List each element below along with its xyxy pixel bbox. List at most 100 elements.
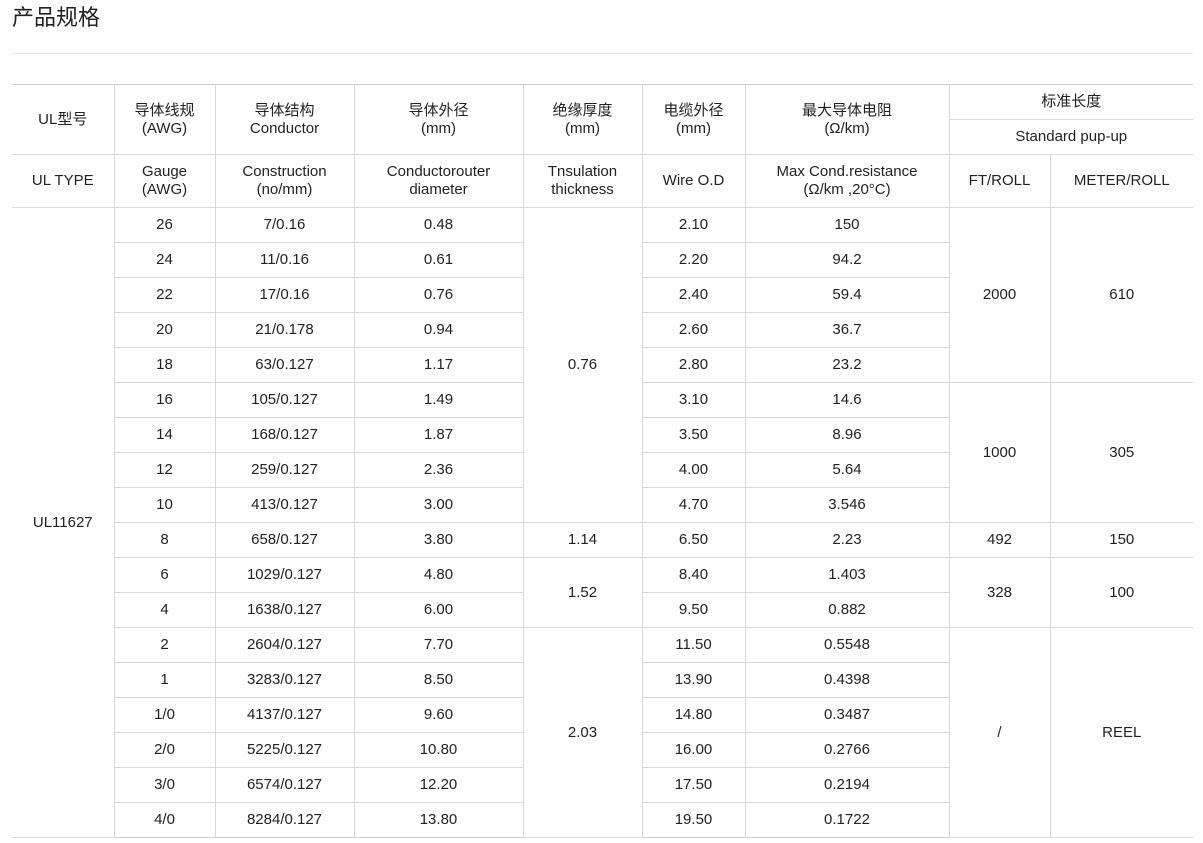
conductor-od-cell: 4.80 xyxy=(353,557,524,593)
header-structure-en-label: Conductor xyxy=(249,119,320,137)
gauge-cell: 26 xyxy=(113,207,216,243)
header-cond-od-unit: (mm) xyxy=(421,119,456,137)
header-structure-cn: 导体结构 Conductor xyxy=(214,84,355,155)
header-gauge-cn-unit: (AWG) xyxy=(141,119,188,137)
resistance-cell: 94.2 xyxy=(744,242,949,278)
wire-od-cell: 6.50 xyxy=(641,522,746,558)
construction-cell: 105/0.127 xyxy=(214,382,355,418)
conductor-od-cell: 3.80 xyxy=(353,522,524,558)
resistance-cell: 3.546 xyxy=(744,487,949,523)
conductor-od-cell: 1.87 xyxy=(353,417,524,453)
ft-roll-cell: 2000 xyxy=(948,207,1051,383)
conductor-od-cell: 7.70 xyxy=(353,627,524,663)
construction-cell: 413/0.127 xyxy=(214,487,355,523)
gauge-cell: 3/0 xyxy=(114,767,216,803)
header-wire-od-en: Wire O.D xyxy=(641,154,746,208)
gauge-cell: 18 xyxy=(114,347,216,383)
wire-od-cell: 3.50 xyxy=(641,417,746,453)
construction-cell: 63/0.127 xyxy=(214,347,355,383)
header-gauge-en-label: Gauge xyxy=(141,163,188,180)
table-row: 8 658/0.127 3.80 1.14 6.50 2.23 492 150 xyxy=(12,522,1194,558)
conductor-od-cell: 12.20 xyxy=(353,767,524,803)
conductor-od-cell: 1.49 xyxy=(353,382,524,418)
gauge-cell: 16 xyxy=(114,382,216,418)
resistance-cell: 1.403 xyxy=(744,557,950,593)
meter-roll-cell: 610 xyxy=(1049,207,1194,383)
meter-roll-cell: 100 xyxy=(1049,557,1194,628)
construction-cell: 7/0.16 xyxy=(214,207,355,243)
header-insulation-en: Tnsulation thickness xyxy=(522,154,643,208)
construction-cell: 658/0.127 xyxy=(214,522,355,558)
construction-cell: 1029/0.127 xyxy=(214,557,355,593)
header-max-res-cn: 最大导体电阻 (Ω/km) xyxy=(744,84,950,155)
meter-roll-cell: 305 xyxy=(1049,382,1194,523)
ft-roll-cell: / xyxy=(948,627,1051,838)
construction-cell: 2604/0.127 xyxy=(214,627,355,663)
meter-roll-cell: 150 xyxy=(1049,522,1194,558)
resistance-cell: 0.2194 xyxy=(744,767,949,803)
gauge-cell: 20 xyxy=(114,312,216,348)
ft-roll-cell: 328 xyxy=(948,557,1051,628)
resistance-cell: 0.3487 xyxy=(744,697,949,733)
header-std-length-cn: 标准长度 xyxy=(948,84,1194,120)
conductor-od-cell: 10.80 xyxy=(353,732,524,768)
wire-od-cell: 2.10 xyxy=(641,207,746,243)
header-ul-type: UL TYPE xyxy=(12,154,115,208)
header-cond-outer-en: Conductorouter diameter xyxy=(353,154,524,208)
gauge-cell: 22 xyxy=(114,277,216,313)
gauge-cell: 4 xyxy=(114,592,216,628)
conductor-od-cell: 1.17 xyxy=(353,347,524,383)
resistance-cell: 0.2766 xyxy=(744,732,949,768)
table-row: UL11627 26 7/0.16 0.48 0.76 2.10 150 2000 610 xyxy=(12,207,1194,838)
gauge-cell: 1 xyxy=(114,662,216,698)
header-insulation-cn: 绝缘厚度 (mm) xyxy=(522,84,643,155)
header-max-res-unit: (Ω/km) xyxy=(824,119,870,137)
construction-cell: 3283/0.127 xyxy=(214,662,355,698)
resistance-cell: 0.882 xyxy=(744,592,949,628)
ft-roll-cell: 1000 xyxy=(948,382,1051,523)
construction-cell: 6574/0.127 xyxy=(214,767,355,803)
resistance-cell: 0.1722 xyxy=(744,802,949,838)
title-divider xyxy=(12,53,1193,54)
wire-od-cell: 16.00 xyxy=(641,732,746,768)
header-insulation-en-label: Tnsulation xyxy=(547,163,618,180)
gauge-cell: 14 xyxy=(114,417,216,453)
header-construction-en: Construction (no/mm) xyxy=(214,154,355,208)
header-cond-od-cn: 导体外径 (mm) xyxy=(353,84,524,155)
construction-cell: 259/0.127 xyxy=(214,452,355,488)
wire-od-cell: 2.40 xyxy=(641,277,746,313)
header-max-res-en-unit: (Ω/km ,20°C) xyxy=(803,181,891,198)
conductor-od-cell: 0.94 xyxy=(353,312,524,348)
wire-od-cell: 3.10 xyxy=(641,382,746,418)
resistance-cell: 2.23 xyxy=(744,522,950,558)
construction-cell: 17/0.16 xyxy=(214,277,355,313)
conductor-od-cell: 0.48 xyxy=(353,207,524,243)
construction-cell: 4137/0.127 xyxy=(214,697,355,733)
conductor-od-cell: 13.80 xyxy=(353,802,524,838)
header-construction-unit: (no/mm) xyxy=(256,181,313,198)
conductor-od-cell: 3.00 xyxy=(353,487,524,523)
header-gauge-cn-label: 导体线规 xyxy=(134,101,195,119)
resistance-cell: 23.2 xyxy=(744,347,949,383)
wire-od-cell: 13.90 xyxy=(641,662,746,698)
conductor-od-cell: 2.36 xyxy=(353,452,524,488)
wire-od-cell: 17.50 xyxy=(641,767,746,803)
table-row: 2 2604/0.127 7.70 2.03 11.50 0.5548/REEL xyxy=(12,627,1194,838)
resistance-cell: 14.6 xyxy=(744,382,950,418)
header-std-length-en: Standard pup-up xyxy=(949,119,1194,155)
header-cond-outer-en-label2: diameter xyxy=(409,181,468,198)
construction-cell: 1638/0.127 xyxy=(214,592,355,628)
conductor-od-cell: 0.61 xyxy=(353,242,524,278)
construction-cell: 8284/0.127 xyxy=(214,802,355,838)
resistance-cell: 8.96 xyxy=(744,417,949,453)
gauge-cell: 1/0 xyxy=(114,697,216,733)
header-cable-od-cn-label: 电缆外径 xyxy=(663,101,724,119)
gauge-cell: 2/0 xyxy=(114,732,216,768)
page-title: 产品规格 xyxy=(12,6,101,31)
wire-od-cell: 4.70 xyxy=(641,487,746,523)
wire-od-cell: 19.50 xyxy=(641,802,746,838)
conductor-od-cell: 9.60 xyxy=(353,697,524,733)
header-max-res-en-label: Max Cond.resistance xyxy=(776,163,918,180)
header-gauge-en: Gauge (AWG) xyxy=(113,154,216,208)
wire-od-cell: 2.20 xyxy=(641,242,746,278)
